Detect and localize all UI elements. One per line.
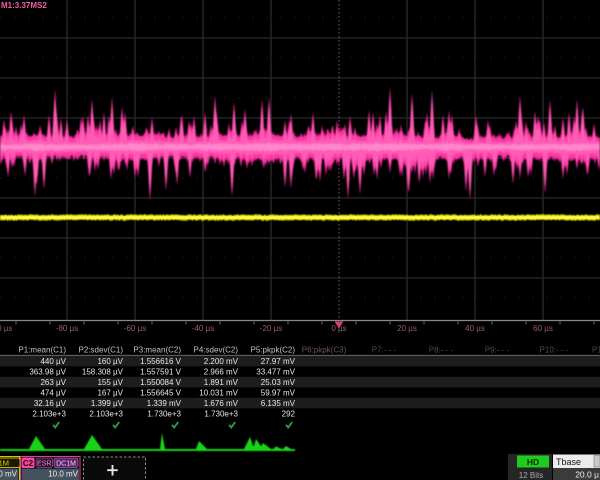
- svg-text:20.0 µ: 20.0 µ: [575, 470, 599, 480]
- svg-text:2.103e+3: 2.103e+3: [32, 409, 66, 418]
- svg-text:155 µV: 155 µV: [97, 378, 123, 387]
- svg-text:P1: P1: [592, 346, 600, 355]
- svg-text:20 µs: 20 µs: [397, 324, 417, 333]
- svg-text:2.200 mV: 2.200 mV: [204, 357, 239, 366]
- svg-text:292: 292: [282, 409, 296, 418]
- svg-text:1.399 µV: 1.399 µV: [91, 399, 124, 408]
- svg-text:-20 µs: -20 µs: [260, 324, 282, 333]
- svg-text:P3:mean(C2): P3:mean(C2): [133, 346, 181, 355]
- svg-text:0 mV: 0 mV: [0, 470, 18, 479]
- svg-text:1.550084 V: 1.550084 V: [140, 378, 182, 387]
- svg-text:P9:- - -: P9:- - -: [485, 346, 510, 355]
- svg-text:P5:pkpk(C2): P5:pkpk(C2): [251, 346, 296, 355]
- svg-text:32.16 µV: 32.16 µV: [34, 399, 67, 408]
- svg-text:-100 µs: -100 µs: [0, 324, 12, 333]
- svg-text:ESR: ESR: [37, 460, 51, 467]
- svg-text:1.556616 V: 1.556616 V: [140, 357, 182, 366]
- svg-text:DC1M: DC1M: [56, 460, 76, 467]
- svg-text:6.135 mV: 6.135 mV: [261, 399, 296, 408]
- svg-text:P10:- - -: P10:- - -: [540, 346, 569, 355]
- svg-text:P7:- - -: P7:- - -: [372, 346, 397, 355]
- svg-text:33.477 mV: 33.477 mV: [256, 367, 295, 376]
- svg-text:DC1M: DC1M: [0, 459, 9, 468]
- svg-text:10.0 mV: 10.0 mV: [48, 470, 78, 479]
- svg-text:HD: HD: [527, 457, 539, 467]
- svg-text:363.98 µV: 363.98 µV: [29, 367, 66, 376]
- svg-text:10.031 mV: 10.031 mV: [199, 388, 238, 397]
- svg-text:1.730e+3: 1.730e+3: [147, 409, 181, 418]
- svg-text:2.966 mV: 2.966 mV: [204, 367, 239, 376]
- svg-text:1.556645 V: 1.556645 V: [140, 388, 182, 397]
- svg-text:M1:3.37MS2: M1:3.37MS2: [1, 1, 47, 10]
- svg-text:-40 µs: -40 µs: [192, 324, 214, 333]
- svg-text:160 µV: 160 µV: [97, 357, 123, 366]
- svg-text:1.891 mV: 1.891 mV: [204, 378, 239, 387]
- svg-text:P2:sdev(C1): P2:sdev(C1): [79, 346, 124, 355]
- svg-text:27.97 mV: 27.97 mV: [261, 357, 296, 366]
- svg-text:-80 µs: -80 µs: [56, 324, 78, 333]
- svg-text:40 µs: 40 µs: [465, 324, 485, 333]
- svg-text:158.308 µV: 158.308 µV: [82, 367, 124, 376]
- svg-text:440 µV: 440 µV: [40, 357, 66, 366]
- svg-text:1.730e+3: 1.730e+3: [204, 409, 238, 418]
- svg-text:P4:sdev(C2): P4:sdev(C2): [194, 346, 239, 355]
- svg-text:167 µV: 167 µV: [97, 388, 123, 397]
- svg-text:P6:pkpk(C3): P6:pkpk(C3): [302, 346, 347, 355]
- svg-text:474 µV: 474 µV: [40, 388, 66, 397]
- svg-text:1.676 mV: 1.676 mV: [204, 399, 239, 408]
- svg-text:263 µV: 263 µV: [40, 378, 66, 387]
- svg-text:59.97 mV: 59.97 mV: [261, 388, 296, 397]
- svg-text:-60 µs: -60 µs: [124, 324, 146, 333]
- svg-text:P1:mean(C1): P1:mean(C1): [18, 346, 66, 355]
- svg-text:12 Bits: 12 Bits: [519, 471, 543, 480]
- svg-text:1.339 mV: 1.339 mV: [147, 399, 182, 408]
- svg-text:25.03 mV: 25.03 mV: [261, 378, 296, 387]
- svg-text:C2: C2: [23, 459, 34, 468]
- svg-text:P8:- - -: P8:- - -: [429, 346, 454, 355]
- svg-text:1.557591 V: 1.557591 V: [140, 367, 182, 376]
- svg-text:Tbase: Tbase: [556, 457, 581, 467]
- svg-text:2.103e+3: 2.103e+3: [89, 409, 123, 418]
- svg-text:60 µs: 60 µs: [533, 324, 553, 333]
